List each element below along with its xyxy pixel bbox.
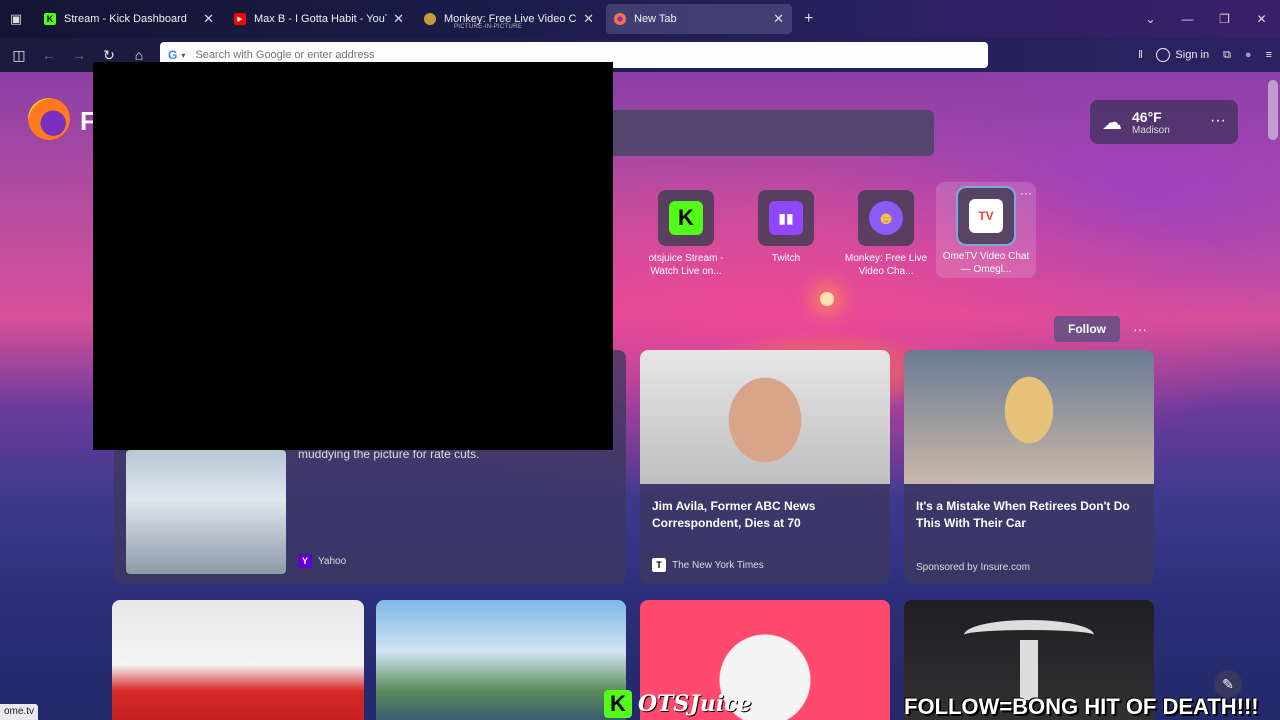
source-name: The New York Times — [672, 559, 764, 571]
news-card-sponsored[interactable]: It's a Mistake When Retirees Don't Do Th… — [904, 350, 1154, 584]
source-name: Sponsored by Insure.com — [916, 562, 1030, 573]
weather-temp: 46°F — [1132, 108, 1162, 125]
card-source: Sponsored by Insure.com — [916, 562, 1030, 573]
nyt-icon: T — [652, 558, 666, 572]
card-source: T The New York Times — [652, 558, 764, 572]
tab-subtitle: PICTURE-IN-PICTURE — [454, 24, 523, 30]
kick-icon: K — [669, 201, 703, 235]
card-source: Y Yahoo — [298, 554, 346, 568]
yahoo-icon: Y — [298, 554, 312, 568]
twitch-icon: ▮▮ — [769, 201, 803, 235]
shortcut-ometv[interactable]: TV OmeTV Video Chat — Omegl... ··· — [936, 182, 1036, 278]
account-icon — [1156, 48, 1171, 62]
stream-brand-text: OTSJuice — [638, 691, 752, 717]
tab-title: New Tab — [634, 13, 677, 25]
tab-strip: ▣ K Stream - Kick Dashboard ✕ ▶ Max B - … — [0, 0, 1280, 38]
weather-widget[interactable]: ☁ 46°F Madison ··· — [1090, 100, 1238, 144]
shortcut-tile: TV — [956, 186, 1016, 246]
list-all-tabs-button[interactable]: ▣ — [0, 0, 32, 38]
firefox-logo — [28, 98, 70, 140]
sign-in-label: Sign in — [1175, 49, 1210, 61]
firefox-icon — [614, 13, 626, 25]
more-options-icon[interactable]: ··· — [1210, 112, 1226, 130]
scrollbar[interactable] — [1268, 80, 1278, 140]
extension-icon[interactable]: ● — [1245, 49, 1252, 61]
youtube-icon: ▶ — [234, 13, 246, 25]
weather-city: Madison — [1132, 124, 1170, 136]
nav-right-toolbar: 𝍪 Sign in ⧉ ● ≡ — [1139, 38, 1272, 72]
tab-kick-dashboard[interactable]: K Stream - Kick Dashboard ✕ — [36, 4, 222, 34]
shortcut-monkey[interactable]: ☻ Monkey: Free Live Video Cha... — [836, 190, 936, 278]
news-card[interactable] — [112, 600, 364, 720]
close-icon[interactable]: ✕ — [773, 11, 784, 27]
source-name: Yahoo — [318, 555, 347, 567]
shortcut-label: Monkey: Free Live Video Cha... — [844, 253, 928, 277]
close-icon[interactable]: ✕ — [393, 11, 404, 27]
home-button[interactable]: ⌂ — [124, 47, 154, 63]
shortcut-label: OmeTV Video Chat — Omegl... — [942, 251, 1030, 275]
shortcuts-row: K otsjuice Stream - Watch Live on... ▮▮ … — [636, 182, 1036, 278]
new-tab-button[interactable]: + — [804, 10, 813, 28]
sidebar-icon[interactable]: ◫ — [4, 47, 34, 64]
card-image — [126, 450, 286, 574]
menu-icon[interactable]: ≡ — [1266, 49, 1272, 61]
reload-button[interactable]: ↻ — [94, 47, 124, 64]
google-icon: G — [168, 48, 178, 62]
kick-icon: K — [44, 13, 56, 25]
library-icon[interactable]: 𝍪 — [1139, 46, 1143, 65]
tab-title: Max B - I Gotta Habit - YouTube — [254, 13, 387, 25]
card-image — [904, 350, 1154, 484]
pencil-icon[interactable]: ✎ — [1214, 670, 1242, 698]
shortcut-tile: ☻ — [858, 190, 914, 246]
stream-brand-overlay: K OTSJuice — [604, 690, 752, 718]
news-card-nyt[interactable]: Jim Avila, Former ABC News Correspondent… — [640, 350, 890, 584]
window-close-button[interactable]: ✕ — [1243, 12, 1280, 26]
kick-icon: K — [604, 690, 632, 718]
back-button[interactable]: ← — [34, 47, 64, 63]
cloud-icon: ☁ — [1102, 111, 1122, 134]
tab-monkey[interactable]: Monkey: Free Live Video Chat t PICTURE-I… — [416, 4, 602, 34]
shortcut-kick[interactable]: K otsjuice Stream - Watch Live on... — [636, 190, 736, 278]
shortcut-tile: K — [658, 190, 714, 246]
news-card[interactable] — [376, 600, 626, 720]
close-icon[interactable]: ✕ — [203, 11, 214, 27]
minimize-button[interactable]: — — [1169, 12, 1206, 26]
window-controls: ⌄ — ❐ ✕ — [1132, 0, 1280, 38]
extensions-icon[interactable]: ⧉ — [1223, 49, 1231, 62]
chevron-down-icon[interactable]: ▾ — [181, 51, 185, 60]
tab-youtube[interactable]: ▶ Max B - I Gotta Habit - YouTube ✕ — [226, 4, 412, 34]
shortcut-label: otsjuice Stream - Watch Live on... — [648, 253, 724, 277]
status-bar-url: ome.tv — [0, 704, 39, 720]
monkey-icon — [424, 13, 436, 25]
tab-new-tab[interactable]: New Tab ✕ — [606, 4, 792, 34]
stream-follow-overlay: FOLLOW=BONG HIT OF DEATH!!! — [904, 694, 1259, 719]
more-options-icon[interactable]: ··· — [1128, 316, 1152, 342]
tesla-logo-stem — [1020, 640, 1038, 700]
tab-title: Stream - Kick Dashboard — [64, 13, 187, 25]
address-input[interactable] — [195, 49, 796, 61]
chevron-down-icon[interactable]: ⌄ — [1132, 12, 1169, 26]
monkey-icon: ☻ — [869, 201, 903, 235]
follow-button[interactable]: Follow — [1054, 316, 1120, 342]
close-icon[interactable]: ✕ — [583, 11, 594, 27]
card-headline: It's a Mistake When Retirees Don't Do Th… — [916, 499, 1130, 530]
picture-in-picture-window[interactable] — [93, 62, 613, 450]
card-headline: Jim Avila, Former ABC News Correspondent… — [652, 499, 816, 530]
more-options-icon[interactable]: ··· — [1020, 186, 1032, 200]
shortcut-twitch[interactable]: ▮▮ Twitch — [736, 190, 836, 278]
restore-button[interactable]: ❐ — [1206, 12, 1243, 26]
ometv-icon: TV — [969, 199, 1003, 233]
shortcut-label: Twitch — [771, 253, 801, 264]
forward-button[interactable]: → — [64, 47, 94, 63]
wallpaper-sun — [820, 292, 834, 306]
sign-in-button[interactable]: Sign in — [1156, 48, 1209, 62]
card-image — [640, 350, 890, 484]
shortcut-tile: ▮▮ — [758, 190, 814, 246]
